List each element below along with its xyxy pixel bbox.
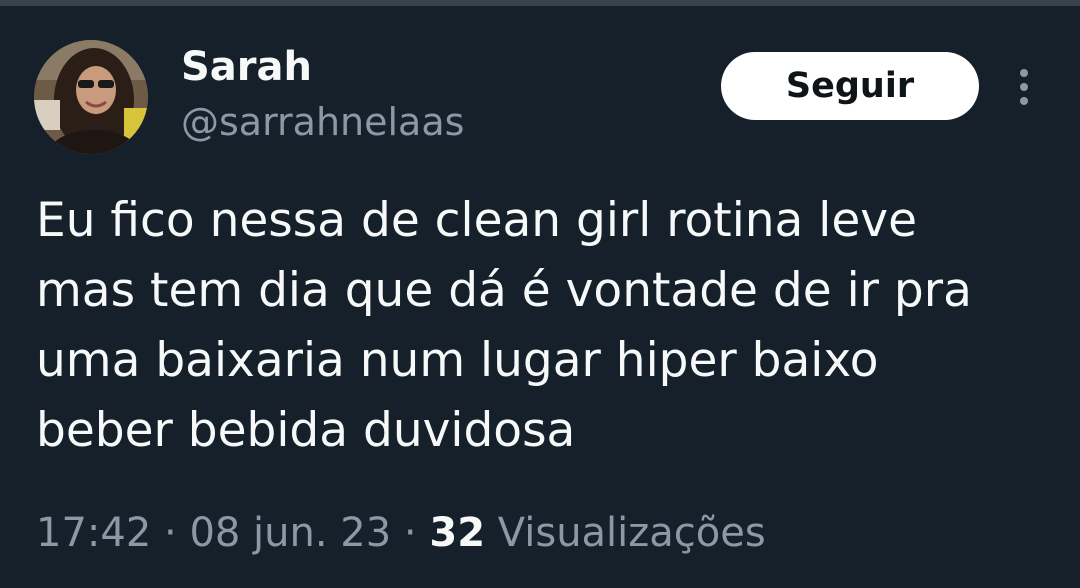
tweet-text-line: Eu fico nessa de clean girl rotina leve bbox=[36, 193, 917, 248]
views-count: 32 bbox=[429, 510, 486, 556]
more-vertical-icon[interactable] bbox=[1004, 62, 1044, 112]
follow-button[interactable]: Seguir bbox=[721, 52, 979, 120]
tweet-text-line: beber bebida duvidosa bbox=[36, 403, 576, 458]
more-dot bbox=[1020, 83, 1028, 91]
handle[interactable]: @sarrahnelaas bbox=[181, 96, 464, 148]
meta-separator: · bbox=[164, 510, 177, 556]
avatar[interactable] bbox=[34, 40, 148, 154]
more-dot bbox=[1020, 97, 1028, 105]
tweet-text-line: uma baixaria num lugar hiper baixo bbox=[36, 333, 879, 388]
tweet-text: Eu fico nessa de clean girl rotina leve … bbox=[36, 186, 1056, 466]
views-label: Visualizações bbox=[497, 510, 766, 556]
tweet-meta: 17:42 · 08 jun. 23 · 32 Visualizações bbox=[36, 505, 766, 561]
tweet-text-line: mas tem dia que dá é vontade de ir pra bbox=[36, 263, 972, 318]
avatar-image bbox=[34, 40, 148, 154]
tweet-date[interactable]: 08 jun. 23 bbox=[189, 510, 391, 556]
display-name[interactable]: Sarah bbox=[181, 40, 312, 94]
top-divider bbox=[0, 0, 1080, 6]
more-dot bbox=[1020, 69, 1028, 77]
meta-separator: · bbox=[403, 510, 417, 556]
tweet-time[interactable]: 17:42 bbox=[36, 510, 151, 556]
